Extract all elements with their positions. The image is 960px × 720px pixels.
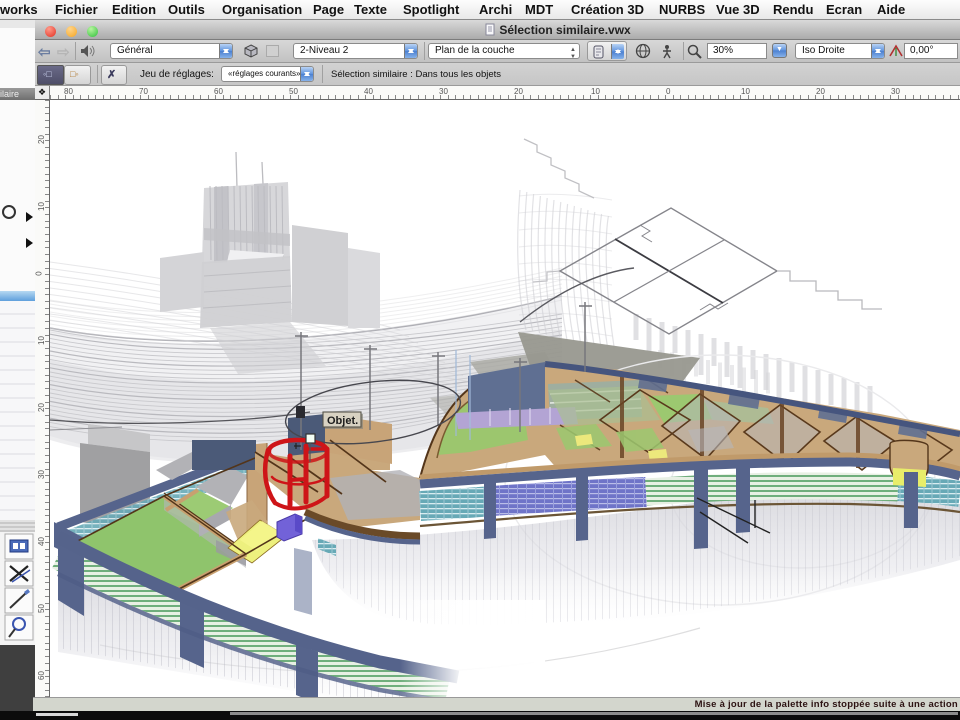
svg-text:Objet.: Objet.	[327, 415, 358, 427]
